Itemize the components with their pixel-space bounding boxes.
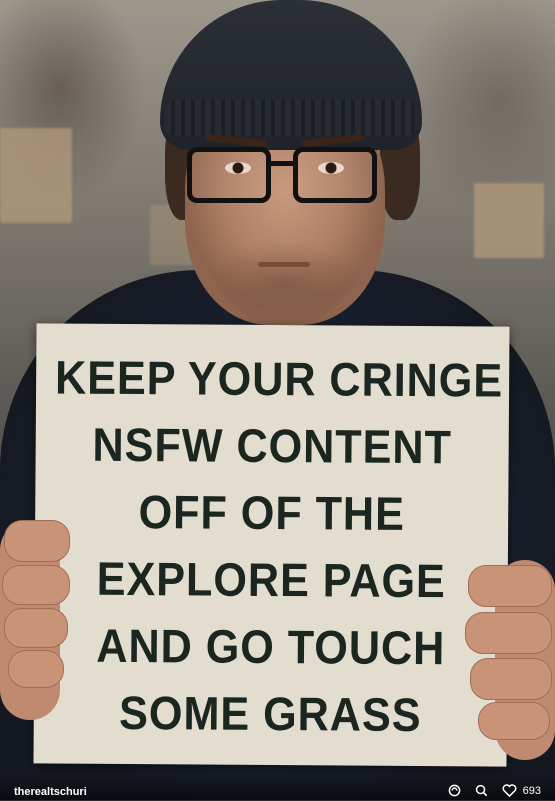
sign-line: KEEP YOUR CRINGE	[54, 350, 504, 407]
background-protest-sign	[474, 183, 544, 258]
sign-line: SOME GRASS	[118, 685, 422, 742]
mouth	[258, 262, 310, 267]
protest-sign: KEEP YOUR CRINGE NSFW CONTENT OFF OF THE…	[33, 323, 510, 767]
heart-icon[interactable]	[502, 782, 517, 801]
username[interactable]: therealtschuri	[14, 786, 87, 798]
remix-icon[interactable]	[448, 782, 461, 801]
left-eye	[225, 162, 251, 174]
sign-line: AND GO TOUCH	[96, 618, 446, 675]
sign-line: NSFW CONTENT	[92, 417, 453, 474]
background-protest-sign	[0, 128, 72, 223]
like-count: 693	[522, 785, 541, 797]
beanie-brim	[165, 100, 417, 136]
sign-line: OFF OF THE	[138, 485, 406, 540]
sign-text: KEEP YOUR CRINGE NSFW CONTENT OFF OF THE…	[53, 343, 504, 748]
search-icon[interactable]	[475, 782, 488, 801]
right-eye	[318, 162, 344, 174]
sign-line: EXPLORE PAGE	[96, 551, 446, 608]
post-actions: 693	[448, 782, 541, 800]
glasses	[187, 147, 392, 207]
